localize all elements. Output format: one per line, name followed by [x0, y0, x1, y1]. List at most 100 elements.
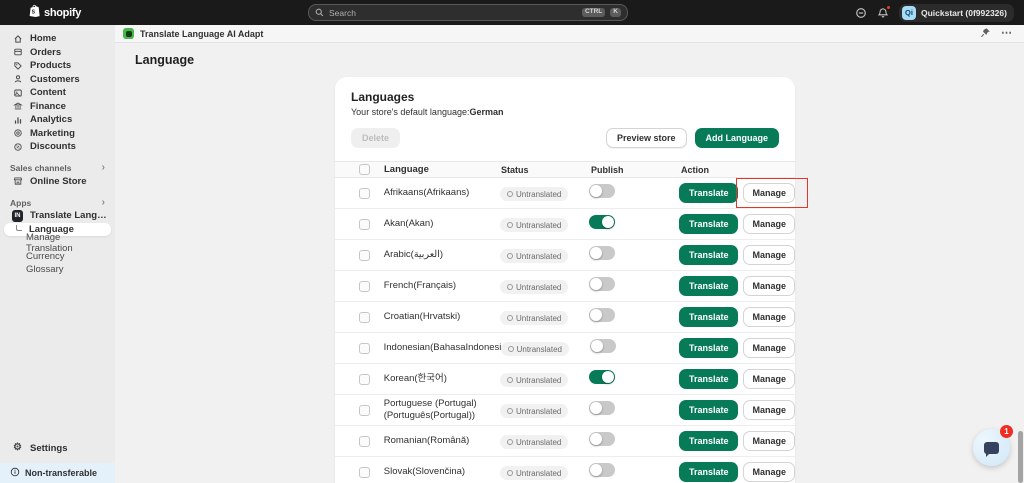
customers-icon [12, 74, 23, 84]
shopify-logo[interactable]: S shopify [28, 4, 81, 22]
manage-wrap: Manage [743, 276, 795, 296]
row-checkbox[interactable] [359, 188, 370, 199]
column-header-status: Status [487, 165, 577, 175]
notifications-bell-icon[interactable] [877, 7, 889, 19]
row-checkbox[interactable] [359, 250, 370, 261]
manage-button[interactable]: Manage [743, 462, 795, 482]
sidebar-item-online-store[interactable]: Online Store [0, 175, 115, 189]
translate-button[interactable]: Translate [679, 400, 739, 420]
select-all-checkbox[interactable] [359, 164, 370, 175]
topbar-actions: Qi Quickstart (0f992326) [855, 4, 1014, 22]
publish-toggle[interactable] [589, 463, 615, 477]
row-checkbox[interactable] [359, 343, 370, 354]
translate-button[interactable]: Translate [679, 307, 739, 327]
sales-channels-header[interactable]: Sales channels › [0, 162, 115, 175]
page-title: Language [135, 53, 1024, 67]
row-language-label: Portuguese (Portugal) (Português(Portuga… [370, 398, 486, 422]
translate-app-icon: IN [12, 210, 23, 222]
publish-toggle[interactable] [589, 308, 615, 322]
languages-card: Languages Your store's default language:… [335, 77, 795, 483]
row-checkbox[interactable] [359, 219, 370, 230]
row-checkbox[interactable] [359, 405, 370, 416]
translate-button[interactable]: Translate [679, 276, 739, 296]
sidebar-item-home[interactable]: Home [0, 32, 115, 46]
status-badge-label: Untranslated [516, 252, 561, 261]
user-menu[interactable]: Qi Quickstart (0f992326) [899, 4, 1014, 22]
publish-toggle[interactable] [589, 215, 615, 229]
publish-toggle[interactable] [589, 246, 615, 260]
more-options-icon[interactable]: ⋯ [1001, 28, 1012, 39]
activity-icon[interactable] [855, 7, 867, 19]
translate-button[interactable]: Translate [679, 183, 739, 203]
shortcut-k-key: K [610, 8, 621, 18]
row-checkbox[interactable] [359, 312, 370, 323]
app-title: Translate Language AI Adapt [140, 29, 974, 39]
translate-button[interactable]: Translate [679, 431, 739, 451]
status-badge-label: Untranslated [516, 283, 561, 292]
gear-icon: ⚙ [12, 443, 23, 453]
translate-button[interactable]: Translate [679, 338, 739, 358]
search-placeholder: Search [329, 8, 577, 18]
status-ring-icon [507, 222, 513, 228]
manage-button[interactable]: Manage [743, 400, 795, 420]
manage-button[interactable]: Manage [743, 214, 795, 234]
publish-toggle[interactable] [589, 184, 615, 198]
table-row: Slovak(Slovenčina) Untranslated Translat… [335, 457, 795, 483]
translate-button[interactable]: Translate [679, 214, 739, 234]
row-checkbox[interactable] [359, 467, 370, 478]
scrollbar-thumb[interactable] [1018, 431, 1023, 483]
plan-badge[interactable]: Non-transferable [0, 463, 115, 483]
sidebar-item-marketing[interactable]: Marketing [0, 127, 115, 141]
publish-toggle[interactable] [589, 277, 615, 291]
sidebar-item-manage-translation[interactable]: Manage Translation [0, 236, 115, 250]
sidebar-item-settings[interactable]: ⚙ Settings [0, 442, 115, 456]
publish-toggle[interactable] [590, 339, 616, 353]
publish-toggle[interactable] [589, 401, 615, 415]
preview-store-button[interactable]: Preview store [606, 128, 687, 148]
chat-widget-button[interactable]: 1 [973, 429, 1010, 466]
add-language-button[interactable]: Add Language [695, 128, 780, 148]
status-badge-label: Untranslated [516, 221, 561, 230]
manage-button[interactable]: Manage [743, 338, 795, 358]
pin-icon[interactable] [980, 25, 991, 43]
row-checkbox[interactable] [359, 374, 370, 385]
sidebar-item-discounts[interactable]: Discounts [0, 140, 115, 154]
row-checkbox[interactable] [359, 436, 370, 447]
translate-button[interactable]: Translate [679, 245, 739, 265]
delete-button[interactable]: Delete [351, 128, 400, 148]
row-checkbox[interactable] [359, 281, 370, 292]
manage-button[interactable]: Manage [743, 245, 795, 265]
sidebar-item-products[interactable]: Products [0, 59, 115, 73]
manage-button[interactable]: Manage [743, 276, 795, 296]
branch-icon [16, 225, 22, 231]
app-header-bar: Translate Language AI Adapt ⋯ [115, 25, 1024, 43]
sidebar-item-customers[interactable]: Customers [0, 73, 115, 87]
chat-bubble-icon [984, 442, 999, 454]
translate-button[interactable]: Translate [679, 462, 739, 482]
translate-app-logo-icon [123, 28, 134, 39]
manage-wrap: Manage [743, 214, 795, 234]
marketing-icon [12, 128, 23, 138]
translate-button[interactable]: Translate [679, 369, 739, 389]
home-icon [12, 34, 23, 44]
search-input[interactable]: Search CTRL K [308, 4, 628, 21]
manage-button[interactable]: Manage [743, 369, 795, 389]
manage-wrap: Manage [743, 462, 795, 482]
sidebar-item-orders[interactable]: Orders [0, 46, 115, 60]
sidebar-item-translate-app[interactable]: IN Translate Language AI Ad... [0, 209, 115, 223]
manage-button[interactable]: Manage [743, 307, 795, 327]
sidebar-item-content[interactable]: Content [0, 86, 115, 100]
status-badge: Untranslated [500, 373, 568, 387]
sidebar-item-currency[interactable]: Currency [0, 250, 115, 264]
table-row: Akan(Akan) Untranslated Translate Manage [335, 209, 795, 240]
publish-toggle[interactable] [589, 370, 615, 384]
manage-button[interactable]: Manage [743, 183, 795, 203]
manage-button[interactable]: Manage [743, 431, 795, 451]
analytics-icon [12, 115, 23, 125]
sidebar-item-glossary[interactable]: Glossary [0, 263, 115, 277]
apps-header[interactable]: Apps › [0, 196, 115, 209]
sidebar-item-analytics[interactable]: Analytics [0, 113, 115, 127]
publish-toggle[interactable] [589, 432, 615, 446]
sidebar-item-finance[interactable]: Finance [0, 100, 115, 114]
status-badge: Untranslated [501, 342, 569, 356]
